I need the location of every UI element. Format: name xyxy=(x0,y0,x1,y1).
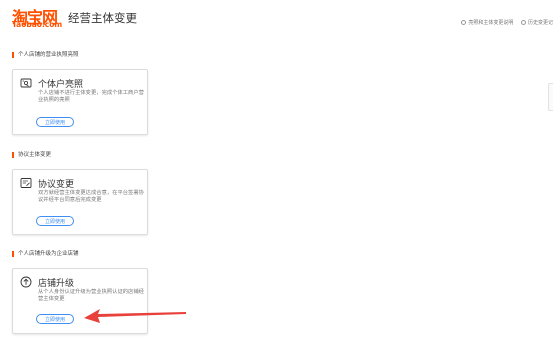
red-arrow-annotation xyxy=(84,309,186,323)
